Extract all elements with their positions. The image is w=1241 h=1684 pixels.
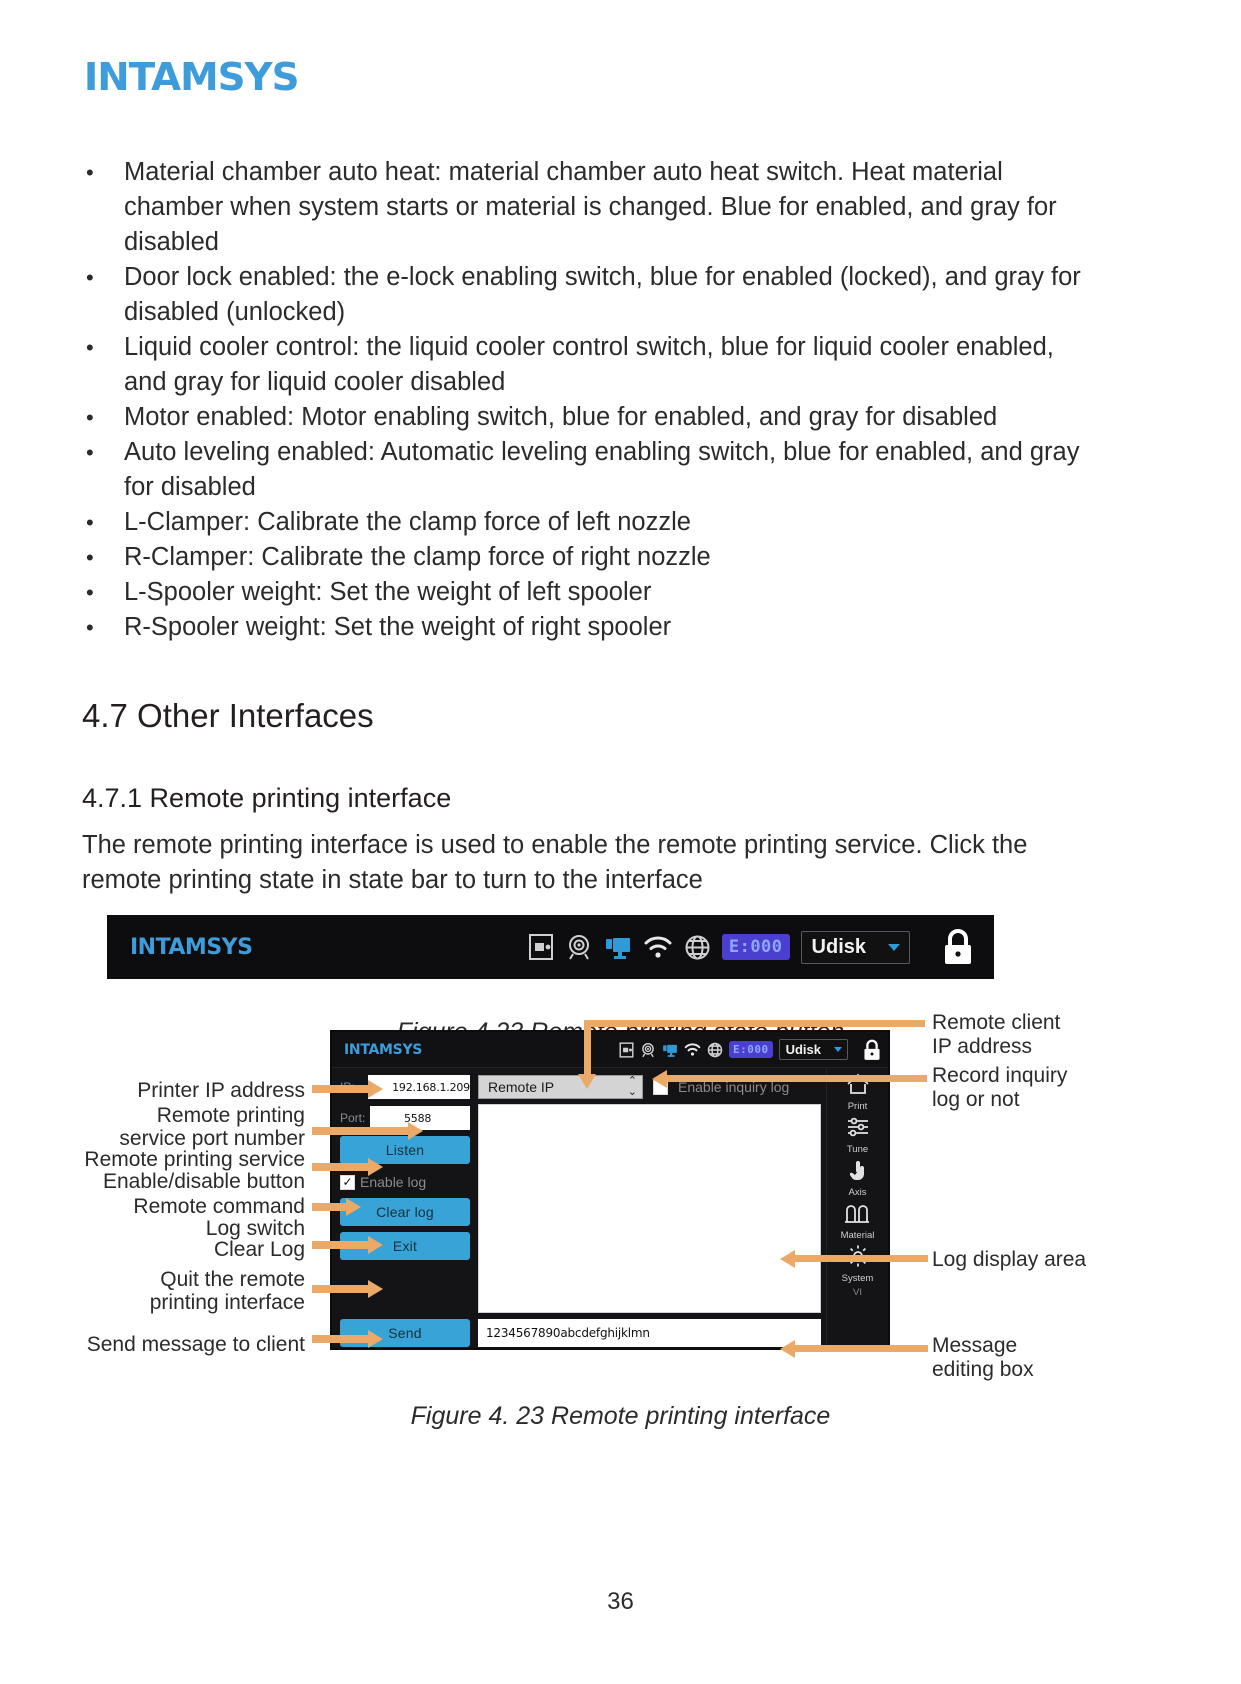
list-item: • Auto leveling enabled: Automatic leveli… (82, 435, 1082, 505)
list-item-text: Material chamber auto heat: material cha… (124, 158, 1057, 256)
callout-remote-client-line1: Remote client (932, 1011, 1061, 1034)
remote-print-icon[interactable] (604, 933, 632, 961)
nav-item-axis[interactable]: Axis (845, 1158, 871, 1198)
wifi-icon[interactable] (643, 934, 673, 960)
callout-inquiry-line1: Record inquiry (932, 1064, 1068, 1087)
list-item-text: L-Spooler weight: Set the weight of left… (124, 578, 652, 606)
list-item-text: Auto leveling enabled: Automatic levelin… (124, 438, 1080, 501)
ui-control-column: IP: 192.168.1.209 Port: 5588 Listen ✓ En… (340, 1074, 470, 1313)
hand-touch-icon (845, 1158, 871, 1187)
remote-ip-select-label: Remote IP (488, 1079, 555, 1095)
arrow-enable-log (312, 1198, 362, 1216)
ui-side-nav: Print Tune Axis Material System VI (826, 1068, 888, 1352)
globe-icon[interactable] (684, 934, 711, 961)
arrow-message-box (780, 1340, 928, 1358)
callout-send-message: Send message to client (86, 1333, 305, 1356)
log-display-area[interactable] (478, 1104, 821, 1313)
ui-main-panel: IP: 192.168.1.209 Port: 5588 Listen ✓ En… (332, 1068, 826, 1352)
arrow-listen (312, 1158, 384, 1176)
list-item: • L-Clamper: Calibrate the clamp force of… (82, 505, 1082, 540)
nav-label: System (841, 1273, 874, 1284)
error-code-badge[interactable]: E:000 (721, 934, 790, 960)
callout-printer-ip: Printer IP address (137, 1079, 305, 1102)
ui-send-row: Send 1234567890abcdefghijklmn (340, 1319, 821, 1347)
bullet-dot: • (86, 265, 94, 290)
camera-icon[interactable] (565, 933, 593, 961)
callout-remote-client-line2: IP address (932, 1035, 1033, 1058)
status-bar-logo: INTAMSYS (130, 934, 253, 960)
arrow-printer-ip (312, 1080, 384, 1098)
callout-inquiry-line2: log or not (932, 1088, 1020, 1111)
storage-select-label: Udisk (811, 935, 866, 958)
list-item: • L-Spooler weight: Set the weight of lef… (82, 575, 1082, 610)
bullet-dot: • (86, 440, 94, 465)
brand-logo: INTAMSYS (83, 55, 300, 99)
nav-item-clipped[interactable]: VI (853, 1287, 862, 1298)
list-item: • Liquid cooler control: the liquid coole… (82, 330, 1082, 400)
callout-message-box-line1: Message (932, 1334, 1018, 1357)
list-item: • Material chamber auto heat: material ch… (82, 155, 1082, 260)
list-item-text: Motor enabled: Motor enabling switch, bl… (124, 403, 998, 431)
list-item-text: R-Clamper: Calibrate the clamp force of … (124, 543, 711, 571)
arrow-log-display (780, 1250, 928, 1268)
nav-item-tune[interactable]: Tune (845, 1115, 871, 1155)
status-bar-icon-group: E:000 Udisk (528, 928, 975, 966)
list-item-text: L-Clamper: Calibrate the clamp force of … (124, 508, 691, 536)
bullet-dot: • (86, 160, 94, 185)
nav-label: Axis (848, 1187, 867, 1198)
arrow-send (312, 1330, 384, 1348)
list-item-text: Door lock enabled: the e-lock enabling s… (124, 263, 1081, 326)
bullet-dot: • (86, 335, 94, 360)
ui-log-column: Remote IP ⌃ ⌄ Enable inquiry log (478, 1074, 821, 1313)
callout-listen-line2: Enable/disable button (103, 1170, 305, 1193)
status-bar-figure: INTAMSYS E:000 Udisk (108, 916, 993, 978)
feature-bullet-list: • Material chamber auto heat: material ch… (82, 155, 1082, 645)
bullet-dot: • (86, 580, 94, 605)
callout-clear-log: Clear Log (213, 1238, 305, 1261)
message-input[interactable]: 1234567890abcdefghijklmn (478, 1319, 821, 1347)
page-number: 36 (607, 1588, 634, 1615)
storage-select[interactable]: Udisk (800, 930, 910, 964)
list-item: • R-Spooler weight: Set the weight of rig… (82, 610, 1082, 645)
callout-exit-line2: printing interface (149, 1291, 305, 1314)
chevron-down-icon (888, 943, 900, 951)
ui-body: IP: 192.168.1.209 Port: 5588 Listen ✓ En… (332, 1068, 888, 1352)
nav-label: Tune (846, 1144, 869, 1155)
bullet-dot: • (86, 510, 94, 535)
spool-icon (843, 1201, 871, 1230)
enable-log-checkbox[interactable]: ✓ (340, 1174, 355, 1190)
enable-log-label: Enable log (360, 1174, 427, 1190)
arrow-exit (312, 1280, 384, 1298)
arrow-clear-log (312, 1236, 384, 1254)
list-item-text: R-Spooler weight: Set the weight of righ… (124, 613, 672, 641)
subsection-heading: 4.7.1 Remote printing interface (82, 783, 452, 813)
arrow-inquiry-log (652, 1070, 927, 1088)
bullet-dot: • (86, 615, 94, 640)
nav-label: Material (840, 1230, 875, 1241)
document-content: • Material chamber auto heat: material ch… (82, 155, 1082, 898)
door-lock-icon[interactable] (528, 933, 554, 961)
callout-message-box-line2: editing box (932, 1358, 1034, 1381)
bullet-dot: • (86, 545, 94, 570)
ui-columns: IP: 192.168.1.209 Port: 5588 Listen ✓ En… (340, 1074, 821, 1313)
nav-item-material[interactable]: Material (840, 1201, 875, 1241)
list-item-text: Liquid cooler control: the liquid cooler… (124, 333, 1054, 396)
list-item: • R-Clamper: Calibrate the clamp force of… (82, 540, 1082, 575)
list-item: • Door lock enabled: the e-lock enabling … (82, 260, 1082, 330)
ui-logo: INTAMSYS (344, 1041, 423, 1058)
arrow-port (312, 1122, 424, 1140)
bullet-dot: • (86, 405, 94, 430)
padlock-icon[interactable] (941, 928, 975, 966)
sliders-icon (845, 1115, 871, 1144)
figure-caption-2: Figure 4. 23 Remote printing interface (410, 1402, 831, 1430)
body-paragraph: The remote printing interface is used to… (82, 831, 1028, 894)
nav-label: Print (847, 1101, 868, 1112)
list-item: • Motor enabled: Motor enabling switch, b… (82, 400, 1082, 435)
callout-log-display: Log display area (932, 1248, 1087, 1271)
nav-label: VI (853, 1287, 862, 1298)
section-heading: 4.7 Other Interfaces (82, 697, 374, 734)
